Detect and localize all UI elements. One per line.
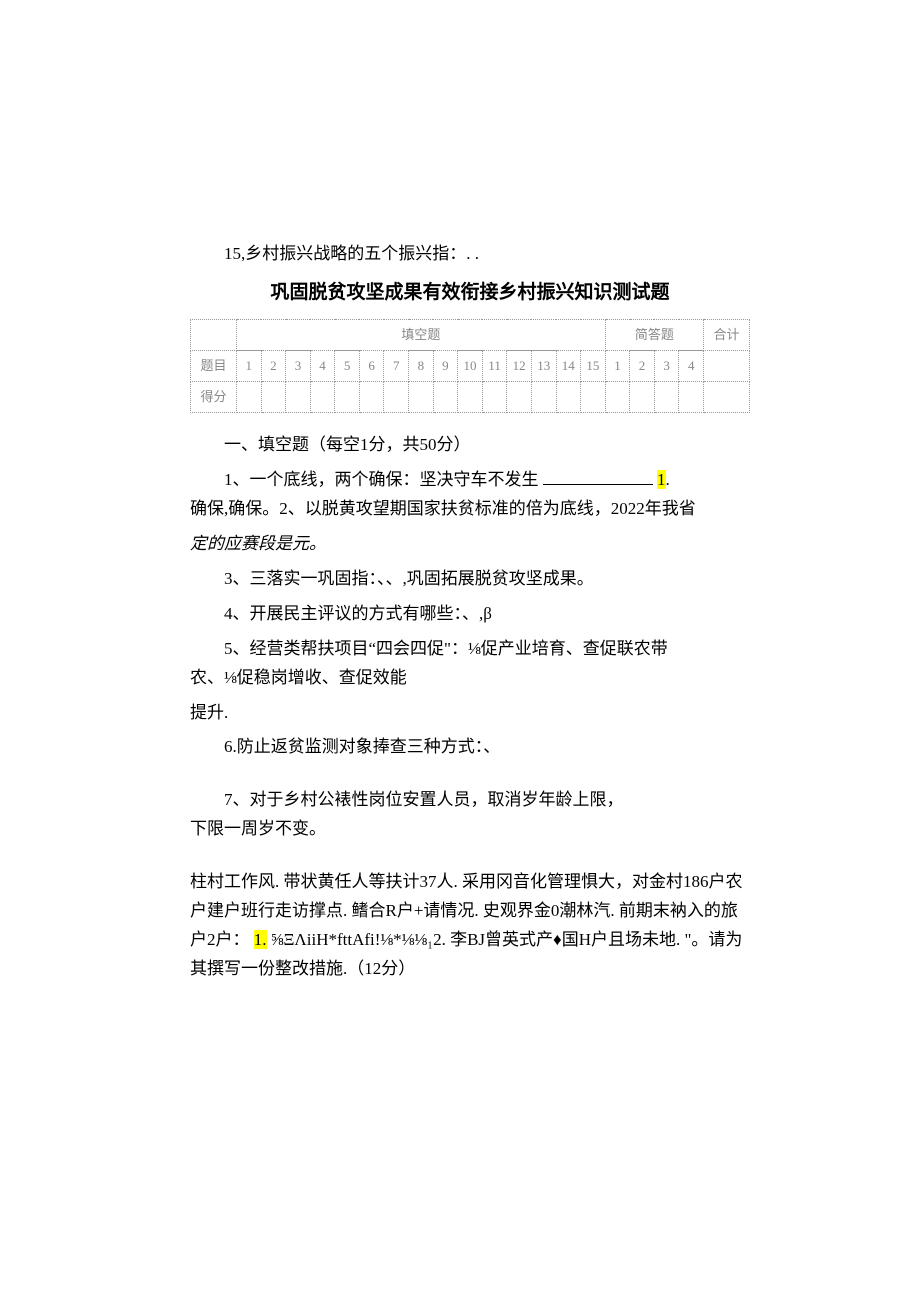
score-cell[interactable] bbox=[286, 382, 311, 413]
score-cell[interactable] bbox=[581, 382, 606, 413]
q1-text-a: 1、一个底线，两个确保：坚决守车不发生 bbox=[224, 470, 543, 489]
paragraph-block: 柱村工作风. 带状黄任人等扶计37人. 采用冈音化管理惧大，对金村186户农户建… bbox=[190, 868, 750, 984]
header-total: 合计 bbox=[704, 320, 750, 351]
score-cell[interactable] bbox=[433, 382, 458, 413]
topic-num: 5 bbox=[335, 351, 360, 382]
score-cell[interactable] bbox=[409, 382, 434, 413]
score-cell[interactable] bbox=[335, 382, 360, 413]
score-cell[interactable] bbox=[507, 382, 532, 413]
topic-num: 4 bbox=[310, 351, 335, 382]
question-1-line2: 确保,确保。2、以脱黄攻望期国家扶贫标准的倍为底线，2022年我省 bbox=[190, 495, 750, 524]
topic-num: 14 bbox=[556, 351, 581, 382]
score-total[interactable] bbox=[704, 382, 750, 413]
score-table: 填空题 简答题 合计 题目 1234567891011121314151234 … bbox=[190, 319, 750, 413]
score-cell[interactable] bbox=[359, 382, 384, 413]
score-cell[interactable] bbox=[384, 382, 409, 413]
section-1-title: 一、填空题（每空1分，共50分） bbox=[190, 431, 750, 460]
question-15: 15,乡村振兴战略的五个振兴指：. . bbox=[190, 240, 750, 269]
question-4: 4、开展民主评议的方式有哪些：、,β bbox=[190, 600, 750, 629]
para-text-b: ⅝ΞΛiiH*fttAfi!⅛*⅛⅛₁2. 李BJ曾英式产♦国H户且场未地. "… bbox=[190, 930, 742, 978]
score-cell[interactable] bbox=[482, 382, 507, 413]
topic-num: 8 bbox=[409, 351, 434, 382]
row-topic-label: 题目 bbox=[191, 351, 237, 382]
score-cell[interactable] bbox=[654, 382, 679, 413]
page-title: 巩固脱贫攻坚成果有效衔接乡村振兴知识测试题 bbox=[190, 277, 750, 309]
score-cell[interactable] bbox=[261, 382, 286, 413]
topic-num: 4 bbox=[679, 351, 704, 382]
topic-num: 3 bbox=[654, 351, 679, 382]
score-cell[interactable] bbox=[630, 382, 655, 413]
topic-num: 13 bbox=[531, 351, 556, 382]
q1-text-c: . bbox=[666, 470, 670, 489]
topic-num: 11 bbox=[482, 351, 507, 382]
topic-num: 2 bbox=[630, 351, 655, 382]
topic-num: 9 bbox=[433, 351, 458, 382]
question-5-line3: 提升. bbox=[190, 699, 750, 728]
question-5-line2: 农、⅛促稳岗增收、查促效能 bbox=[190, 664, 750, 693]
header-fill: 填空题 bbox=[237, 320, 606, 351]
topic-total bbox=[704, 351, 750, 382]
score-cell[interactable] bbox=[605, 382, 630, 413]
topic-num: 10 bbox=[458, 351, 483, 382]
topic-num: 12 bbox=[507, 351, 532, 382]
question-7-line1: 7、对于乡村公裱性岗位安置人员，取消岁年龄上限， bbox=[190, 786, 750, 815]
topic-num: 1 bbox=[237, 351, 262, 382]
topic-num: 3 bbox=[286, 351, 311, 382]
topic-num: 6 bbox=[359, 351, 384, 382]
question-6: 6.防止返贫监测对象捧查三种方式：、 bbox=[190, 733, 750, 762]
topic-num: 7 bbox=[384, 351, 409, 382]
topic-num: 15 bbox=[581, 351, 606, 382]
score-cell[interactable] bbox=[679, 382, 704, 413]
question-2-tail: 定的应赛段是元。 bbox=[190, 530, 750, 559]
row-score-label: 得分 bbox=[191, 382, 237, 413]
score-cell[interactable] bbox=[237, 382, 262, 413]
score-cell[interactable] bbox=[556, 382, 581, 413]
question-3: 3、三落实一巩固指：、、,巩固拓展脱贫攻坚成果。 bbox=[190, 565, 750, 594]
question-7-line2: 下限一周岁不变。 bbox=[190, 815, 750, 844]
highlight-2: 1. bbox=[254, 930, 267, 949]
blank-input[interactable] bbox=[543, 468, 653, 485]
score-cell[interactable] bbox=[458, 382, 483, 413]
topic-num: 1 bbox=[605, 351, 630, 382]
question-1-line1: 1、一个底线，两个确保：坚决守车不发生 1. bbox=[190, 466, 750, 495]
header-short: 简答题 bbox=[605, 320, 703, 351]
score-cell[interactable] bbox=[531, 382, 556, 413]
question-5-line1: 5、经营类帮扶项目“四会四促"：⅛促产业培育、查促联农带 bbox=[190, 635, 750, 664]
highlight-1: 1 bbox=[657, 470, 666, 489]
score-cell[interactable] bbox=[310, 382, 335, 413]
topic-num: 2 bbox=[261, 351, 286, 382]
